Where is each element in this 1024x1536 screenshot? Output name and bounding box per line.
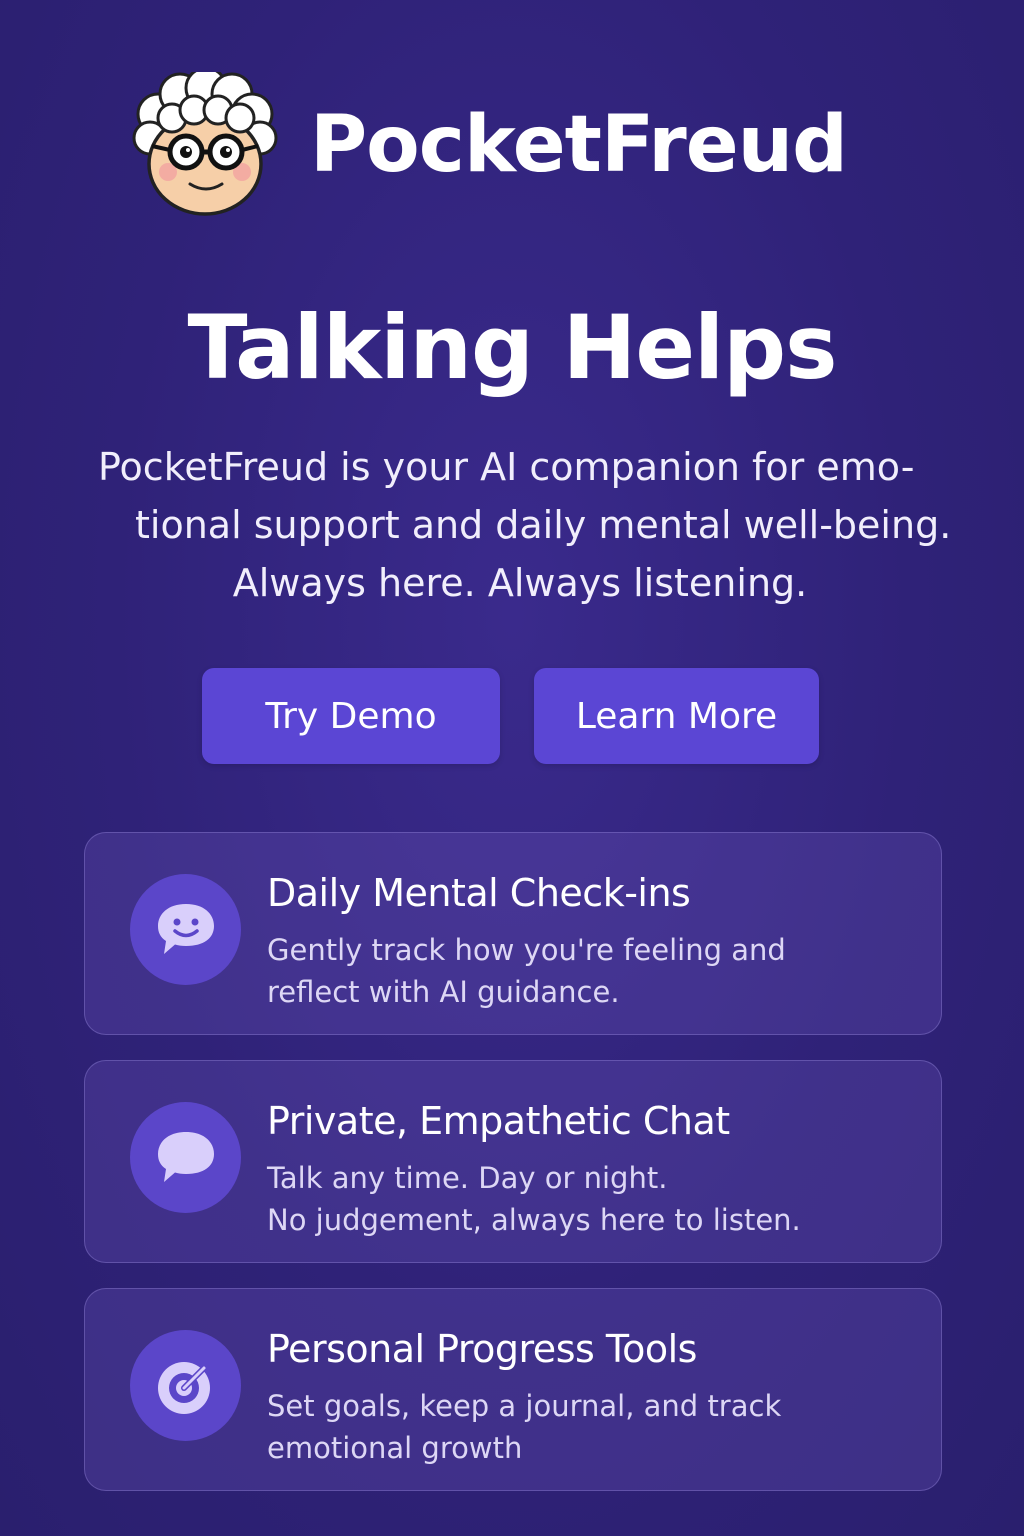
feature-description-line: Talk any time. Day or night.: [267, 1161, 668, 1195]
feature-card-daily-check-ins[interactable]: Daily Mental Check-ins Gently track how …: [84, 832, 942, 1035]
learn-more-button[interactable]: Learn More: [534, 668, 819, 764]
feature-card-private-chat[interactable]: Private, Empathetic Chat Talk any time. …: [84, 1060, 942, 1263]
brand-header: PocketFreud: [128, 72, 848, 217]
target-icon: [130, 1330, 241, 1441]
feature-description: Talk any time. Day or night. No judgemen…: [267, 1157, 887, 1241]
feature-description-line: Gently track how you're feeling and: [267, 933, 786, 967]
chat-bubble-icon: [130, 1102, 241, 1213]
try-demo-button[interactable]: Try Demo: [202, 668, 500, 764]
brand-name: PocketFreud: [310, 99, 848, 190]
feature-description-line: emotional growth: [267, 1431, 523, 1465]
feature-description-line: reflect with AI guidance.: [267, 975, 620, 1009]
feature-card-progress-tools[interactable]: Personal Progress Tools Set goals, keep …: [84, 1288, 942, 1491]
freud-mascot-icon: [132, 72, 278, 216]
hero-title: Talking Helps: [187, 296, 837, 399]
feature-description-line: Set goals, keep a journal, and track: [267, 1389, 782, 1423]
feature-title: Private, Empathetic Chat: [267, 1099, 730, 1143]
hero-description: PocketFreud is your AI companion for emo…: [80, 438, 960, 612]
feature-description-line: No judgement, always here to listen.: [267, 1203, 801, 1237]
feature-title: Personal Progress Tools: [267, 1327, 697, 1371]
feature-description: Gently track how you're feeling and refl…: [267, 929, 887, 1013]
hero-description-line: PocketFreud is your AI companion for emo…: [98, 445, 915, 489]
smiley-chat-icon: [130, 874, 241, 985]
hero-description-line: Always here. Always listening.: [232, 561, 808, 605]
cta-row: Try Demo Learn More: [202, 668, 819, 764]
hero-description-line: tional support and daily mental well-bei…: [135, 503, 952, 547]
feature-title: Daily Mental Check-ins: [267, 871, 691, 915]
feature-description: Set goals, keep a journal, and track emo…: [267, 1385, 887, 1469]
